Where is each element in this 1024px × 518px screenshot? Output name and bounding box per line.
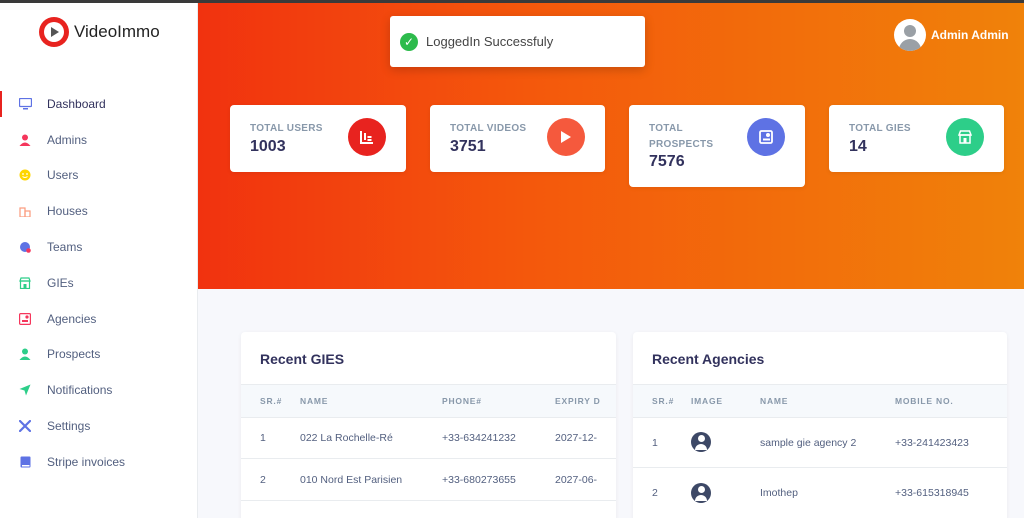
table-header-row: SR.# NAME PHONE# EXPIRY D bbox=[241, 384, 616, 418]
cell-phone: +33-680273655 bbox=[442, 458, 555, 501]
window-top-border bbox=[0, 0, 1024, 3]
user-avatar-icon bbox=[691, 482, 711, 503]
stat-card-total-gies[interactable]: TOTAL GIES 14 bbox=[829, 105, 1004, 172]
sidebar-item-label: Teams bbox=[47, 240, 83, 255]
sidebar-item-stripe-invoices[interactable]: Stripe invoices bbox=[0, 444, 198, 480]
column-header: PHONE# bbox=[442, 384, 555, 418]
sidebar-item-label: Prospects bbox=[47, 347, 101, 362]
sidebar-nav: Dashboard Admins Users Houses Teams GIEs… bbox=[0, 86, 198, 480]
sidebar-item-admins[interactable]: Admins bbox=[0, 122, 198, 158]
play-icon bbox=[547, 118, 585, 156]
cell-sr: 1 bbox=[633, 417, 691, 468]
cell-name: sample gie agency 2 bbox=[760, 417, 895, 468]
cell-expiry: 2027-12- bbox=[555, 417, 616, 459]
book-icon bbox=[18, 455, 32, 469]
sidebar-item-users[interactable]: Users bbox=[0, 158, 198, 194]
sidebar-item-label: Agencies bbox=[47, 311, 97, 326]
cell-name: 022 La Rochelle-Ré bbox=[300, 417, 442, 459]
globe-icon bbox=[18, 240, 32, 254]
table-row[interactable]: 1 022 La Rochelle-Ré +33-634241232 2027-… bbox=[241, 417, 616, 459]
stat-card-total-videos[interactable]: TOTAL VIDEOS 3751 bbox=[430, 105, 605, 172]
cell-phone: +33-634241232 bbox=[442, 417, 555, 459]
cell-sr: 1 bbox=[241, 417, 300, 459]
cell-sr: 2 bbox=[241, 458, 300, 501]
sidebar-item-label: Users bbox=[47, 168, 79, 183]
user-avatar-icon bbox=[691, 432, 711, 452]
sidebar-item-houses[interactable]: Houses bbox=[0, 193, 198, 229]
panel-title: Recent Agencies bbox=[652, 351, 765, 367]
table-header-row: SR.# IMAGE NAME MOBILE NO. bbox=[633, 384, 1007, 418]
sidebar-item-gies[interactable]: GIEs bbox=[0, 265, 198, 301]
store-icon bbox=[18, 276, 32, 290]
table-row[interactable]: 2 010 Nord Est Parisien +33-680273655 20… bbox=[241, 458, 616, 501]
stat-value: 3751 bbox=[450, 138, 486, 155]
sidebar-item-label: Notifications bbox=[47, 383, 113, 398]
cell-name: 010 Nord Est Parisien bbox=[300, 458, 442, 501]
panel-title: Recent GIES bbox=[260, 351, 345, 367]
recent-gies-table: SR.# NAME PHONE# EXPIRY D 1 022 La Roche… bbox=[241, 384, 616, 501]
cell-mobile: +33-615318945 bbox=[895, 467, 1007, 518]
chart-icon bbox=[348, 118, 386, 156]
stat-label: TOTAL GIES bbox=[849, 123, 911, 134]
sidebar-item-settings[interactable]: Settings bbox=[0, 408, 198, 444]
stat-value: 7576 bbox=[649, 153, 685, 170]
stat-label: TOTAL VIDEOS bbox=[450, 123, 527, 134]
column-header: IMAGE bbox=[691, 384, 760, 418]
table-row[interactable]: 1 sample gie agency 2 +33-241423423 bbox=[633, 417, 1007, 468]
sidebar-item-teams[interactable]: Teams bbox=[0, 229, 198, 265]
table-row[interactable]: 2 Imothep +33-615318945 bbox=[633, 467, 1007, 518]
toast-message: LoggedIn Successfuly bbox=[426, 34, 554, 49]
cell-name: Imothep bbox=[760, 467, 895, 518]
store-icon bbox=[946, 118, 984, 156]
column-header: SR.# bbox=[241, 384, 300, 418]
cell-mobile: +33-241423423 bbox=[895, 417, 1007, 468]
sidebar-item-dashboard[interactable]: Dashboard bbox=[0, 86, 198, 122]
column-header: EXPIRY D bbox=[555, 384, 616, 418]
recent-agencies-table: SR.# IMAGE NAME MOBILE NO. 1 sample gie … bbox=[633, 384, 1007, 518]
stat-label: TOTAL USERS bbox=[250, 123, 323, 134]
cell-image bbox=[691, 417, 760, 468]
brand[interactable]: VideoImmo bbox=[39, 17, 160, 47]
column-header: MOBILE NO. bbox=[895, 384, 1007, 418]
sidebar-item-label: Stripe invoices bbox=[47, 454, 126, 469]
sidebar-item-label: Settings bbox=[47, 419, 91, 434]
user-name: Admin Admin bbox=[931, 28, 1009, 42]
stat-card-total-prospects[interactable]: TOTAL PROSPECTS 7576 bbox=[629, 105, 805, 187]
sidebar-item-agencies[interactable]: Agencies bbox=[0, 301, 198, 337]
user-avatar-icon bbox=[894, 19, 926, 51]
sidebar-item-label: Admins bbox=[47, 132, 88, 147]
cell-expiry: 2027-06- bbox=[555, 458, 616, 501]
person-icon bbox=[18, 133, 32, 147]
check-circle-icon: ✓ bbox=[400, 32, 418, 51]
stat-value: 1003 bbox=[250, 138, 286, 155]
user-menu[interactable]: Admin Admin bbox=[894, 19, 1009, 51]
cell-image bbox=[691, 467, 760, 518]
smile-icon bbox=[18, 168, 32, 182]
sidebar: VideoImmo Dashboard Admins Users Houses … bbox=[0, 0, 198, 518]
sidebar-item-label: Houses bbox=[47, 204, 88, 219]
person-icon bbox=[18, 347, 32, 361]
sidebar-item-label: Dashboard bbox=[47, 96, 106, 111]
column-header: NAME bbox=[300, 384, 442, 418]
success-toast[interactable]: ✓ LoggedIn Successfuly bbox=[390, 16, 645, 67]
play-logo-icon bbox=[39, 17, 69, 47]
column-header: SR.# bbox=[633, 384, 691, 418]
badge-icon bbox=[18, 312, 32, 326]
stat-label: TOTAL PROSPECTS bbox=[649, 123, 714, 150]
contact-icon bbox=[747, 118, 785, 156]
stat-value: 14 bbox=[849, 138, 867, 155]
sidebar-item-label: GIEs bbox=[47, 275, 74, 290]
building-icon bbox=[18, 204, 32, 218]
recent-gies-panel: Recent GIES SR.# NAME PHONE# EXPIRY D 1 … bbox=[241, 332, 616, 518]
sidebar-item-notifications[interactable]: Notifications bbox=[0, 372, 198, 408]
cell-sr: 2 bbox=[633, 467, 691, 518]
sidebar-item-prospects[interactable]: Prospects bbox=[0, 337, 198, 373]
brand-name: VideoImmo bbox=[74, 22, 160, 41]
recent-agencies-panel: Recent Agencies SR.# IMAGE NAME MOBILE N… bbox=[633, 332, 1007, 518]
column-header: NAME bbox=[760, 384, 895, 418]
send-icon bbox=[18, 383, 32, 397]
tools-icon bbox=[18, 419, 32, 433]
stat-card-total-users[interactable]: TOTAL USERS 1003 bbox=[230, 105, 406, 172]
monitor-icon bbox=[18, 97, 32, 111]
